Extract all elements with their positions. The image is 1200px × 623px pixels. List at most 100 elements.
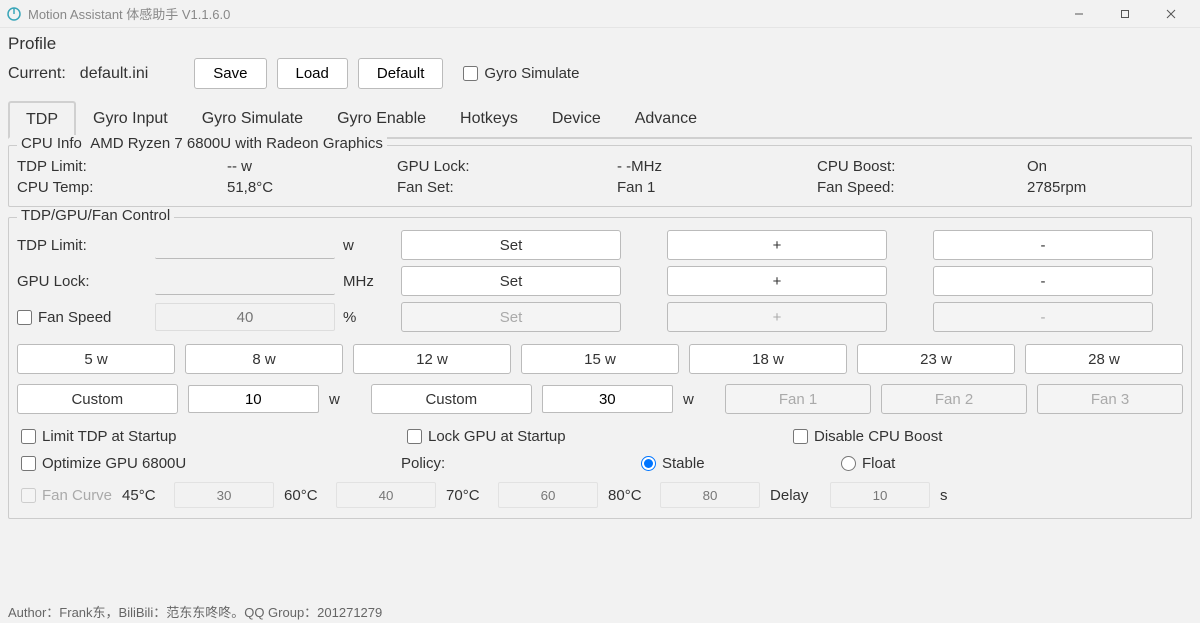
ctrl-fan-speed-label: Fan Speed [38,309,111,326]
gpu-unit: MHz [343,273,393,290]
optimize-gpu-label: Optimize GPU 6800U [42,455,186,472]
preset-28w[interactable]: 28 w [1025,344,1183,374]
tdp-limit-label: TDP Limit: [17,158,227,175]
app-icon [6,6,22,22]
fan-curve-checkbox: Fan Curve [21,487,112,504]
disable-cpu-boost-checkbox[interactable]: Disable CPU Boost [793,428,1179,445]
title-bar: Motion Assistant 体感助手 V1.1.6.0 [0,0,1200,28]
optimize-gpu-checkbox[interactable]: Optimize GPU 6800U [21,455,401,472]
gpu-lock-value: - -MHz [617,158,817,175]
tdp-unit: w [343,237,393,254]
custom2-input[interactable] [542,385,673,413]
policy-stable-label: Stable [662,455,705,472]
fc-v3 [498,482,598,508]
custom1-input[interactable] [188,385,319,413]
tab-tdp[interactable]: TDP [8,101,76,139]
gpu-plus-button[interactable]: + [667,266,887,296]
gpu-set-button[interactable]: Set [401,266,621,296]
tdp-plus-button[interactable]: + [667,230,887,260]
fan-speed-label: Fan Speed: [817,179,1027,196]
limit-tdp-startup-label: Limit TDP at Startup [42,428,177,445]
preset-12w[interactable]: 12 w [353,344,511,374]
fc-t4: 80°C [608,487,650,504]
cpu-boost-value: On [1027,158,1187,175]
control-group-title: TDP/GPU/Fan Control [17,207,174,224]
tdp-limit-value: -- w [227,158,397,175]
lock-gpu-startup-label: Lock GPU at Startup [428,428,566,445]
policy-label: Policy: [401,455,641,472]
policy-float-radio[interactable]: Float [841,455,1041,472]
tab-gyro-simulate[interactable]: Gyro Simulate [185,101,320,139]
gyro-simulate-input[interactable] [463,66,478,81]
fan3-button: Fan 3 [1037,384,1183,414]
current-value: default.ini [80,65,149,83]
tab-hotkeys[interactable]: Hotkeys [443,101,535,139]
tab-gyro-input[interactable]: Gyro Input [76,101,185,139]
gyro-simulate-checkbox[interactable]: Gyro Simulate [463,65,579,82]
gpu-lock-input[interactable] [155,267,335,295]
policy-float-label: Float [862,455,895,472]
current-label: Current: [8,65,66,83]
fc-v4 [660,482,760,508]
preset-15w[interactable]: 15 w [521,344,679,374]
fan-speed-value: 2785rpm [1027,179,1187,196]
ctrl-tdp-limit-label: TDP Limit: [17,237,147,254]
policy-stable-radio[interactable]: Stable [641,455,841,472]
fan-speed-checkbox[interactable]: Fan Speed [17,309,147,326]
tdp-limit-input[interactable] [155,231,335,259]
tab-gyro-enable[interactable]: Gyro Enable [320,101,443,139]
fan-speed-check-input[interactable] [17,310,32,325]
custom2-button[interactable]: Custom [371,384,532,414]
cpu-info-group: CPU Info AMD Ryzen 7 6800U with Radeon G… [8,145,1192,207]
preset-23w[interactable]: 23 w [857,344,1015,374]
preset-8w[interactable]: 8 w [185,344,343,374]
tdp-minus-button[interactable]: - [933,230,1153,260]
fan-curve-label: Fan Curve [42,487,112,504]
footer-text: Author：Frank东，BiliBili：范东东咚咚。QQ Group：20… [8,602,382,621]
fan-minus-button: - [933,302,1153,332]
ctrl-gpu-lock-label: GPU Lock: [17,273,147,290]
disable-cpu-boost-label: Disable CPU Boost [814,428,942,445]
maximize-button[interactable] [1102,0,1148,28]
tab-device[interactable]: Device [535,101,618,139]
custom2-unit: w [683,391,715,408]
window-title: Motion Assistant 体感助手 V1.1.6.0 [28,4,230,23]
gyro-simulate-label: Gyro Simulate [484,65,579,82]
load-button[interactable]: Load [277,58,348,89]
lock-gpu-startup-checkbox[interactable]: Lock GPU at Startup [407,428,793,445]
fc-v1 [174,482,274,508]
tab-advance[interactable]: Advance [618,101,714,139]
cpu-model: AMD Ryzen 7 6800U with Radeon Graphics [90,135,383,152]
gpu-minus-button[interactable]: - [933,266,1153,296]
fan-set-button: Set [401,302,621,332]
delay-input [830,482,930,508]
preset-18w[interactable]: 18 w [689,344,847,374]
fan-set-value: Fan 1 [617,179,817,196]
minimize-button[interactable] [1056,0,1102,28]
cpu-temp-label: CPU Temp: [17,179,227,196]
fc-t3: 70°C [446,487,488,504]
delay-label: Delay [770,487,820,504]
delay-unit: s [940,487,948,504]
fan-plus-button: + [667,302,887,332]
fc-v2 [336,482,436,508]
fan-speed-input [155,303,335,331]
gpu-lock-label: GPU Lock: [397,158,617,175]
close-button[interactable] [1148,0,1194,28]
fan-unit: % [343,309,393,326]
cpu-temp-value: 51,8°C [227,179,397,196]
save-button[interactable]: Save [194,58,266,89]
tab-bar: TDP Gyro Input Gyro Simulate Gyro Enable… [8,101,1192,139]
fan-set-label: Fan Set: [397,179,617,196]
cpu-boost-label: CPU Boost: [817,158,1027,175]
limit-tdp-startup-checkbox[interactable]: Limit TDP at Startup [21,428,407,445]
preset-5w[interactable]: 5 w [17,344,175,374]
default-button[interactable]: Default [358,58,444,89]
fc-t1: 45°C [122,487,164,504]
custom1-button[interactable]: Custom [17,384,178,414]
profile-heading: Profile [8,34,1192,54]
profile-row: Current: default.ini Save Load Default G… [8,58,1192,89]
control-group: TDP/GPU/Fan Control TDP Limit: w Set + -… [8,217,1192,519]
custom1-unit: w [329,391,361,408]
tdp-set-button[interactable]: Set [401,230,621,260]
